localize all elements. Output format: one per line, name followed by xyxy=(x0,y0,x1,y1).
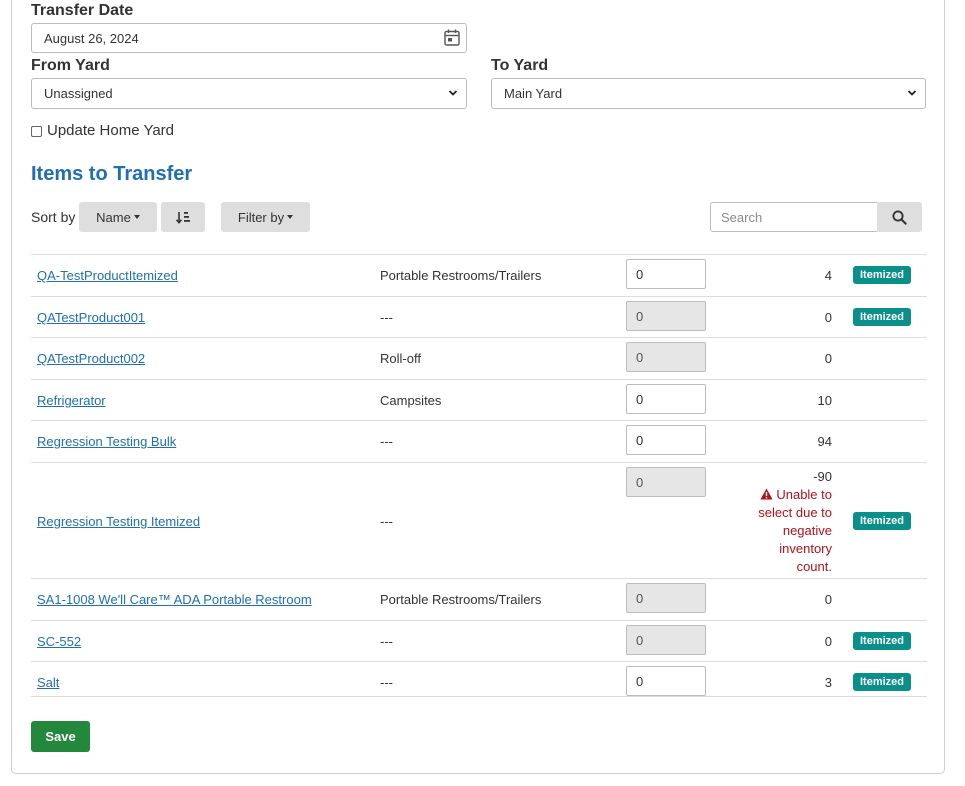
search-icon xyxy=(892,209,907,225)
table-row: QATestProduct001 --- 0 Itemized xyxy=(31,296,927,337)
table-row: Salt --- 3 Itemized xyxy=(31,661,927,697)
sort-name-value: Name xyxy=(96,209,131,225)
negative-inventory-warning: Unable to select due to negative invento… xyxy=(742,486,832,576)
item-link[interactable]: Regression Testing Itemized xyxy=(37,514,200,529)
inventory-count: 0 xyxy=(824,592,832,607)
from-yard-select[interactable]: Unassigned xyxy=(31,78,467,109)
caret-down-icon xyxy=(133,215,140,219)
inventory-count: 0 xyxy=(824,310,832,325)
table-row: SA1-1008 We'll Care™ ADA Portable Restro… xyxy=(31,578,927,620)
item-link[interactable]: SA1-1008 We'll Care™ ADA Portable Restro… xyxy=(37,592,312,607)
table-row: QATestProduct002 Roll-off 0 xyxy=(31,337,927,379)
quantity-input xyxy=(626,625,706,655)
sort-direction-button[interactable] xyxy=(161,202,205,232)
table-row: Refrigerator Campsites 10 xyxy=(31,379,927,420)
item-link[interactable]: Refrigerator xyxy=(37,393,106,408)
chevron-down-icon xyxy=(907,90,917,96)
search-button[interactable] xyxy=(877,202,922,232)
quantity-input[interactable] xyxy=(626,384,706,414)
item-link[interactable]: QATestProduct002 xyxy=(37,351,145,366)
update-home-yard-checkbox[interactable] xyxy=(31,125,42,137)
item-link[interactable]: Salt xyxy=(37,675,59,690)
itemized-badge: Itemized xyxy=(853,512,912,530)
item-category: Campsites xyxy=(380,393,442,408)
table-row: Regression Testing Itemized --- -90 Unab… xyxy=(31,462,927,578)
from-yard-value: Unassigned xyxy=(44,86,113,101)
item-category: --- xyxy=(380,310,393,325)
quantity-input[interactable] xyxy=(626,666,706,696)
quantity-input xyxy=(626,301,706,331)
inventory-count: 10 xyxy=(817,393,832,408)
inventory-count: 4 xyxy=(824,268,832,283)
item-link[interactable]: SC-552 xyxy=(37,634,81,649)
sort-by-label: Sort by xyxy=(31,209,76,225)
quantity-input[interactable] xyxy=(626,259,706,289)
item-link[interactable]: QA-TestProductItemized xyxy=(37,268,178,283)
update-home-yard: Update Home Yard xyxy=(31,122,174,139)
item-category: --- xyxy=(380,434,393,449)
caret-down-icon xyxy=(287,215,294,219)
table-row: QA-TestProductItemized Portable Restroom… xyxy=(31,254,927,296)
warning-text: Unable to select due to negative invento… xyxy=(758,487,832,574)
item-category: Roll-off xyxy=(380,351,421,366)
inventory-count: 0 xyxy=(824,634,832,649)
itemized-badge: Itemized xyxy=(853,266,912,284)
item-category: --- xyxy=(380,634,393,649)
inventory-count: 3 xyxy=(824,675,832,690)
inventory-count: -90 xyxy=(813,469,832,484)
transfer-date-value: August 26, 2024 xyxy=(44,30,139,46)
table-row: Regression Testing Bulk --- 94 xyxy=(31,420,927,462)
itemized-badge: Itemized xyxy=(853,308,912,326)
itemized-badge: Itemized xyxy=(853,632,912,650)
quantity-input xyxy=(626,342,706,372)
item-category: --- xyxy=(380,514,393,529)
quantity-input[interactable] xyxy=(626,425,706,455)
to-yard-value: Main Yard xyxy=(504,86,563,101)
calendar-icon[interactable] xyxy=(444,29,460,46)
from-yard-label: From Yard xyxy=(31,57,110,74)
item-category: --- xyxy=(380,675,393,690)
item-link[interactable]: QATestProduct001 xyxy=(37,310,145,325)
transfer-date-label: Transfer Date xyxy=(31,2,134,19)
inventory-count: 0 xyxy=(824,351,832,366)
items-to-transfer-heading: Items to Transfer xyxy=(31,163,193,185)
item-link[interactable]: Regression Testing Bulk xyxy=(37,434,176,449)
itemized-badge: Itemized xyxy=(853,673,912,691)
table-row: SC-552 --- 0 Itemized xyxy=(31,620,927,661)
item-category: Portable Restrooms/Trailers xyxy=(380,268,542,283)
update-home-yard-label: Update Home Yard xyxy=(47,122,175,139)
quantity-input xyxy=(626,583,706,613)
warning-icon xyxy=(760,488,773,500)
filter-by-dropdown[interactable]: Filter by xyxy=(221,202,310,232)
item-category: Portable Restrooms/Trailers xyxy=(380,592,542,607)
items-table: QA-TestProductItemized Portable Restroom… xyxy=(31,254,927,697)
sort-direction-icon xyxy=(176,211,190,224)
transfer-date-field[interactable]: August 26, 2024 xyxy=(31,23,467,53)
save-button[interactable]: Save xyxy=(31,721,90,752)
to-yard-label: To Yard xyxy=(491,57,549,74)
sort-name-dropdown[interactable]: Name xyxy=(79,202,157,232)
to-yard-select[interactable]: Main Yard xyxy=(491,78,926,109)
search-input[interactable] xyxy=(710,202,878,232)
filter-by-label: Filter by xyxy=(237,209,285,225)
chevron-down-icon xyxy=(448,90,458,96)
inventory-count: 94 xyxy=(817,434,832,449)
quantity-input xyxy=(626,467,706,497)
